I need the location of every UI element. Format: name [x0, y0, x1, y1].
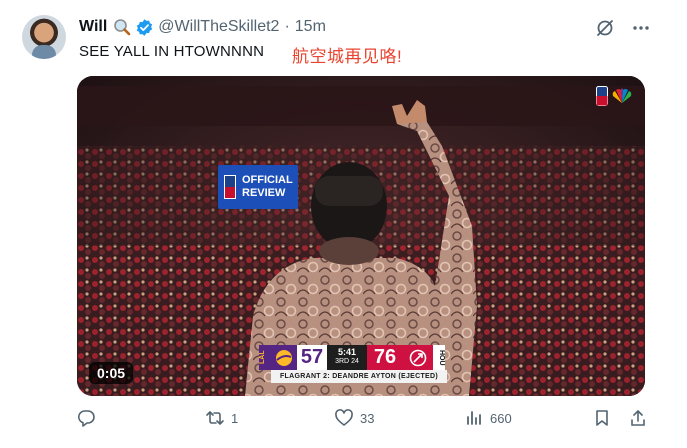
heart-icon	[335, 409, 353, 426]
away-score: 57	[297, 345, 327, 370]
quarter: 3RD	[335, 358, 350, 365]
view-count: 660	[490, 410, 512, 426]
like-count: 33	[360, 410, 375, 426]
translation-overlay-text: 航空城再见咯!	[292, 47, 403, 66]
reply-button[interactable]	[76, 408, 96, 428]
scorebug-caption: FLAGRANT 2: DEANDRE AYTON (EJECTED)	[271, 370, 447, 383]
separator-dot: ·	[284, 18, 290, 35]
magnifying-glass-icon	[113, 18, 131, 36]
avatar[interactable]	[22, 15, 66, 59]
more-icon[interactable]	[631, 18, 651, 38]
video-player[interactable]: OFFICIAL REVIEW LAL 57 5:41 3RD 24 76 HO…	[77, 76, 645, 396]
repost-button[interactable]: 1	[205, 408, 238, 428]
review-line-1: OFFICIAL	[242, 174, 293, 186]
video-duration: 0:05	[89, 362, 134, 384]
shot-clock: 24	[351, 358, 359, 365]
tweet-header: Will @WillTheSkillet2 · 15m	[79, 16, 326, 38]
nba-logo-icon	[596, 86, 608, 106]
scorebug: LAL 57 5:41 3RD 24 76 HOU FLAGRANT 2: DE…	[259, 345, 459, 387]
review-line-2: REVIEW	[242, 187, 286, 199]
repost-count: 1	[231, 410, 239, 426]
author-handle[interactable]: @WillTheSkillet2	[158, 18, 279, 36]
like-button[interactable]: 33	[334, 408, 374, 428]
nba-logo-icon	[224, 175, 236, 199]
author-name[interactable]: Will	[79, 18, 107, 36]
tweet-time[interactable]: 15m	[295, 18, 326, 36]
reply-icon	[77, 410, 95, 427]
share-button[interactable]	[628, 408, 648, 428]
clock-time: 5:41	[337, 347, 356, 357]
broadcast-logo	[596, 86, 633, 106]
official-review-sign: OFFICIAL REVIEW	[218, 165, 298, 209]
bookmark-icon	[596, 410, 608, 426]
views-icon	[467, 411, 481, 425]
views-button[interactable]: 660	[464, 408, 512, 428]
share-icon	[631, 410, 645, 426]
lakers-logo-icon	[271, 345, 297, 370]
bookmark-button[interactable]	[592, 408, 612, 428]
nbc-peacock-icon	[612, 88, 632, 103]
tweet-text: SEE YALL IN HTOWNNNN	[79, 43, 265, 60]
home-score: 76	[367, 345, 403, 370]
game-clock: 5:41 3RD 24	[327, 345, 367, 370]
rockets-logo-icon	[403, 345, 433, 370]
verified-badge-icon	[135, 18, 154, 37]
repost-icon	[206, 411, 224, 425]
tweet-actions: 1 33 660	[0, 408, 687, 436]
tweet-top-actions	[595, 18, 651, 38]
home-team-tag: HOU	[433, 345, 445, 370]
grok-icon[interactable]	[595, 18, 615, 38]
away-team-tag: LAL	[259, 345, 271, 370]
